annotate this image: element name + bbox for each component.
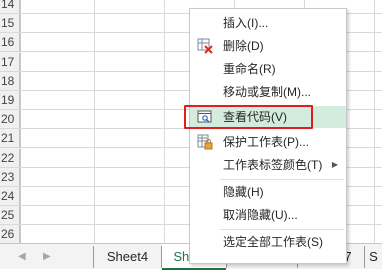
menu-item-select-all-sheets[interactable]: 选定全部工作表(S) [190, 231, 346, 253]
menu-item-rename[interactable]: 重命名(R) [190, 58, 346, 80]
menu-item-label: 隐藏(H) [223, 185, 264, 199]
row-number[interactable]: 21 [0, 129, 20, 148]
protect-sheet-icon [197, 134, 213, 150]
submenu-arrow-icon: ▶ [331, 160, 338, 169]
menu-item-protect-sheet[interactable]: 保护工作表(P)... [190, 131, 346, 153]
menu-separator [220, 179, 344, 180]
menu-item-hide[interactable]: 隐藏(H) [190, 181, 346, 203]
menu-item-tab-color[interactable]: 工作表标签颜色(T) ▶ [190, 154, 346, 176]
row-number[interactable]: 14 [0, 0, 20, 13]
scroll-tabs-left-icon[interactable]: ◀ [18, 251, 26, 263]
menu-item-insert[interactable]: 插入(I)... [190, 12, 346, 34]
menu-item-label: 重命名(R) [223, 62, 276, 76]
row-number[interactable]: 23 [0, 167, 20, 186]
menu-item-label: 工作表标签颜色(T) [223, 158, 323, 172]
highlight-callout-box [184, 105, 313, 129]
menu-item-move-copy[interactable]: 移动或复制(M)... [190, 81, 346, 103]
sheet-tab-context-menu: 插入(I)... 删除(D) 重命名(R) 移动或复制(M)... 查看代码(V… [189, 8, 347, 264]
row-number[interactable]: 18 [0, 71, 20, 90]
sheet-tab-sheet4[interactable]: Sheet4 [94, 244, 161, 270]
menu-item-label: 删除(D) [223, 39, 264, 53]
row-number[interactable]: 17 [0, 52, 20, 71]
scroll-tabs-right-icon[interactable]: ▶ [43, 251, 51, 263]
row-number[interactable]: 22 [0, 148, 20, 167]
menu-item-label: 取消隐藏(U)... [223, 208, 298, 222]
row-number[interactable]: 24 [0, 187, 20, 205]
menu-item-unhide[interactable]: 取消隐藏(U)... [190, 204, 346, 226]
menu-item-label: 保护工作表(P)... [223, 135, 309, 149]
menu-separator [220, 229, 344, 230]
menu-item-label: 插入(I)... [223, 16, 269, 30]
row-number[interactable]: 20 [0, 110, 20, 129]
row-number[interactable]: 16 [0, 33, 20, 52]
row-number[interactable]: 25 [0, 206, 20, 225]
row-number[interactable]: 15 [0, 14, 20, 33]
row-number[interactable]: 19 [0, 91, 20, 109]
menu-item-label: 移动或复制(M)... [223, 85, 311, 99]
row-number[interactable]: 26 [0, 225, 20, 244]
menu-item-delete[interactable]: 删除(D) [190, 35, 346, 57]
menu-item-label: 选定全部工作表(S) [223, 235, 323, 249]
delete-sheet-icon [197, 38, 213, 54]
sheet-tab-partial[interactable]: S [365, 244, 382, 270]
